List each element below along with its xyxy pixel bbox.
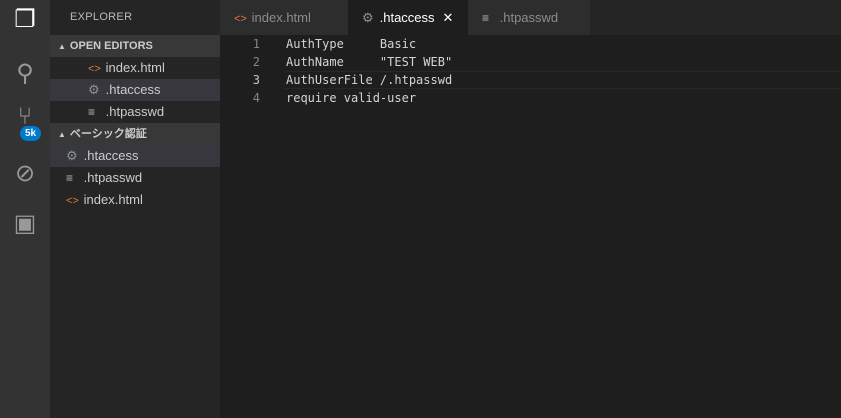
tab-bar: <> index.html ⚙ .htaccess ✕ ≡ .htpasswd xyxy=(220,0,841,35)
open-editor-htpasswd[interactable]: ≡ .htpasswd xyxy=(50,101,220,123)
close-icon[interactable]: ✕ xyxy=(443,10,454,25)
extensions-icon[interactable]: ▣ xyxy=(11,210,39,238)
gear-icon: ⚙ xyxy=(66,148,78,163)
text-file-icon: ≡ xyxy=(66,171,74,185)
file-htpasswd[interactable]: ≡ .htpasswd xyxy=(50,167,220,189)
tab-htaccess[interactable]: ⚙ .htaccess ✕ xyxy=(348,0,468,35)
debug-icon[interactable]: ⊘ xyxy=(11,160,39,188)
explorer-title: EXPLORER xyxy=(70,11,133,23)
html-icon: <> xyxy=(88,63,101,75)
gear-icon: ⚙ xyxy=(88,82,100,97)
code-line: 4 require valid-user xyxy=(252,91,417,105)
tab-htpasswd[interactable]: ≡ .htpasswd xyxy=(468,0,590,35)
open-editor-index-html[interactable]: <> index.html xyxy=(50,57,220,79)
file-index-html[interactable]: <> index.html xyxy=(50,189,220,211)
code-editor[interactable]: 1 AuthType Basic 2 AuthName "TEST WEB" 3 Au… xyxy=(220,35,841,107)
tab-index-html[interactable]: <> index.html xyxy=(220,0,348,35)
open-editors-header[interactable]: ▲ OPEN EDITORS xyxy=(50,35,220,57)
search-icon[interactable]: ⚲ xyxy=(11,60,39,88)
html-icon: <> xyxy=(234,13,247,25)
activity-bar: ❐ ⚲ ⑂ 5k ⊘ ▣ xyxy=(0,0,50,418)
file-htaccess[interactable]: ⚙ .htaccess xyxy=(50,145,220,167)
scm-badge: 5k xyxy=(20,126,42,141)
text-file-icon: ≡ xyxy=(482,11,490,25)
folder-header[interactable]: ▲ ベーシック認証 xyxy=(50,123,220,145)
files-icon[interactable]: ❐ xyxy=(11,6,39,34)
open-editor-htaccess[interactable]: ⚙ .htaccess xyxy=(50,79,220,101)
html-icon: <> xyxy=(66,195,79,207)
code-line-current: 3 AuthUserFile /.htpasswd xyxy=(220,71,841,89)
gear-icon: ⚙ xyxy=(362,10,374,25)
code-line: 1 AuthType Basic xyxy=(252,37,417,51)
code-line: 2 AuthName "TEST WEB" xyxy=(252,55,453,69)
explorer-sidebar: EXPLORER ▲ OPEN EDITORS <> index.html ⚙ .… xyxy=(50,0,220,418)
text-file-icon: ≡ xyxy=(88,105,96,119)
